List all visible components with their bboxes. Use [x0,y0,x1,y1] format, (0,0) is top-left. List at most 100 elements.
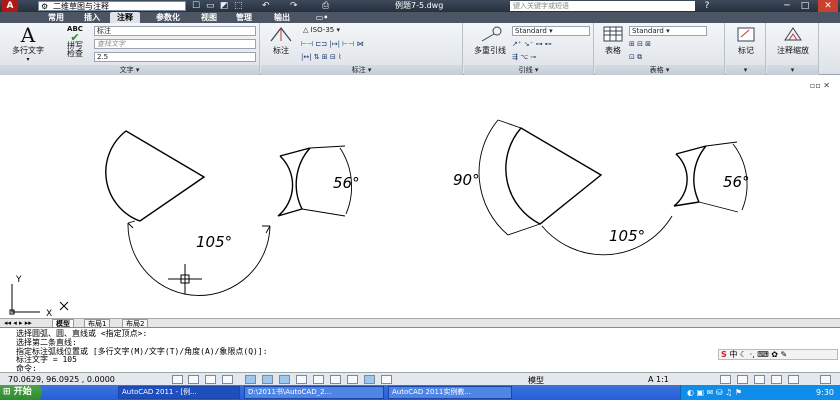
ime-toolbar[interactable]: S 中 ☾ ·, ⌨ ✿ ✎ [718,349,838,360]
taskbar-item-autocad[interactable]: AutoCAD 2011 - [例... [118,386,240,399]
command-line[interactable]: 选择圆弧、圆、直线或 <指定顶点>: 选择第二条直线: 指定标注弧线位置或 [多… [0,327,840,373]
minimize-button[interactable]: ─ [780,0,794,12]
lock-icon[interactable] [737,375,748,384]
otrack-toggle-icon[interactable] [279,375,290,384]
ribbon-minimize-icon[interactable]: ▭• [312,12,332,23]
status-bar: 70.0629, 96.0925 , 0.0000 模型 A 1:1 [0,372,840,385]
dim-panel-label[interactable]: 标注 ▾ [261,65,462,75]
grid-toggle-icon[interactable] [188,375,199,384]
sc-toggle-icon[interactable] [381,375,392,384]
annotation-scaling-panel: 注释缩放 ▾ [767,23,819,75]
drawing-svg[interactable]: 105° 56° 90° 105° 56° Y X [0,76,840,318]
tab-manage[interactable]: 管理 [230,12,258,23]
help-search-input[interactable]: 键入关键字或短语 [510,1,695,11]
hardware-accel-icon[interactable] [754,375,765,384]
polar-toggle-icon[interactable] [222,375,233,384]
ribbon: A 多行文字 ▾ ABC ✔ 拼写 检查 标注 查找文字 2.5 文字 ▾ 标注… [0,23,840,75]
multileader-label: 多重引线 [474,46,506,55]
tab-annotate[interactable]: 注释 [110,12,140,23]
ortho-toggle-icon[interactable] [205,375,216,384]
clean-screen-icon[interactable] [820,375,831,384]
qa-save-icon[interactable]: ◩ [220,0,229,12]
tab-output[interactable]: 输出 [268,12,296,23]
qa-open-icon[interactable]: ▭ [206,0,215,12]
title-bar: A ⚙ 二维草图与注释 ☐ ▭ ◩ ⬚ ↶ ↷ ⎙ 例题7-5.dwg 键入关键… [0,0,840,12]
ucs-icon [9,284,69,315]
text-style-select[interactable]: 标注 [94,26,256,36]
tab-insert[interactable]: 插入 [78,12,106,23]
qa-new-icon[interactable]: ☐ [192,0,200,12]
isolate-objects-icon[interactable] [771,375,782,384]
table-tool-row-2[interactable]: ⊡ ⧉ [629,52,642,63]
tab-view[interactable]: 视图 [196,12,222,23]
3dosnap-toggle-icon[interactable] [262,375,273,384]
system-tray: ◐ ▣ ✉ ⛁ ♫ ⚑ 9:30 [680,385,840,400]
tab-home[interactable]: 常用 [42,12,70,23]
print-icon[interactable]: ⎙ [322,0,329,12]
lwt-toggle-icon[interactable] [330,375,341,384]
dimension-button[interactable]: 标注 [265,25,297,56]
undo-icon[interactable]: ↶ [262,0,270,12]
table-tool-row-1[interactable]: ⊞ ⊟ ⊠ [629,39,651,50]
drawing-canvas[interactable]: 105° 56° 90° 105° 56° Y X [0,76,840,318]
tray-icons[interactable]: ◐ ▣ ✉ ⛁ ♫ ⚑ [687,385,742,400]
markup-panel: 标记 ▾ [726,23,766,75]
tpy-toggle-icon[interactable] [347,375,358,384]
dim-label-90: 90° [453,171,480,189]
dim-label-105-right: 105° [609,227,645,245]
tables-panel: 表格 Standard ▾ ⊞ ⊟ ⊠ ⊡ ⧉ 表格 ▾ [595,23,725,75]
dim-tool-row-1[interactable]: ⊢⊣ ⊏⊐ |↦| ⊢⊣ ⋈ [301,39,364,50]
markup-button[interactable]: 标记 [730,25,762,56]
annotation-scale-label: 注释缩放 [777,46,809,55]
dim-tool-row-2[interactable]: |↔| ⇅ ⊞ ⊟ ⌇ [301,52,342,63]
text-height-select[interactable]: 2.5 [94,52,256,62]
leader-tool-row-2[interactable]: ⇶ ⌥ ⊸ [512,52,536,63]
leader-style-select[interactable]: Standard ▾ [512,26,590,36]
tab-parametric[interactable]: 参数化 [150,12,186,23]
dyn-toggle-icon[interactable] [313,375,324,384]
table-panel-label[interactable]: 表格 ▾ [595,65,724,75]
status-menu-icon[interactable] [788,375,799,384]
ime-lang: 中 [729,350,738,359]
windows-taskbar: ⊞ 开始 AutoCAD 2011 - [例... D:\2011书\AutoC… [0,385,840,400]
dimension-label: 标注 [273,46,289,55]
qa-saveas-icon[interactable]: ⬚ [234,0,243,12]
taskbar-item-document[interactable]: AutoCAD 2011实例教... [388,386,512,399]
scale-panel-expand-icon[interactable]: ▾ [767,65,818,75]
workspace-switch-icon[interactable] [720,375,731,384]
cmd-history-1: 选择圆弧、圆、直线或 <指定顶点>: [16,329,148,338]
spell-check-button[interactable]: ABC ✔ 拼写 检查 [58,25,92,58]
close-button[interactable]: ✕ [818,0,838,12]
annotation-scale-select[interactable]: A 1:1 [648,375,669,384]
viewport-controls[interactable]: ▫▫ ✕ [810,81,830,90]
right-90-dim-arc [478,119,509,236]
annotation-scale-button[interactable]: 注释缩放 [769,25,817,56]
right-105-dim-arc [541,215,673,256]
leader-tool-row-1[interactable]: ↗⁺ ↘⁻ ⊶ ⊷ [512,39,552,50]
help-icon[interactable]: ? [700,0,714,12]
osnap-toggle-icon[interactable] [245,375,256,384]
qp-toggle-icon[interactable] [364,375,375,384]
dim-style-select[interactable]: △ ISO-35 ▾ [301,26,379,36]
start-button[interactable]: ⊞ 开始 [0,385,42,400]
table-button[interactable]: 表格 [599,25,627,56]
markup-panel-expand-icon[interactable]: ▾ [726,65,765,75]
right-90-dim-leaders [497,119,541,236]
markup-icon [737,27,755,42]
cmd-history-4: 标注文字 = 105 [16,355,77,364]
mtext-button[interactable]: A 多行文字 ▾ [6,25,50,63]
redo-icon[interactable]: ↷ [290,0,298,12]
multileader-button[interactable]: 多重引线 [468,25,512,56]
dim-label-56-right: 56° [723,173,750,191]
workspace-switcher[interactable]: ⚙ 二维草图与注释 [38,1,186,11]
text-panel-label[interactable]: 文字 ▾ [0,65,259,75]
ducs-toggle-icon[interactable] [296,375,307,384]
table-style-select[interactable]: Standard ▾ [629,26,707,36]
taskbar-item-folder[interactable]: D:\2011书\AutoCAD_2... [244,386,384,399]
ime-logo: S [721,350,727,359]
snap-toggle-icon[interactable] [172,375,183,384]
find-text-input[interactable]: 查找文字 [94,39,256,49]
maximize-button[interactable]: □ [798,0,812,12]
autocad-logo-icon[interactable]: A [2,0,18,12]
leader-panel-label[interactable]: 引线 ▾ [464,65,593,75]
